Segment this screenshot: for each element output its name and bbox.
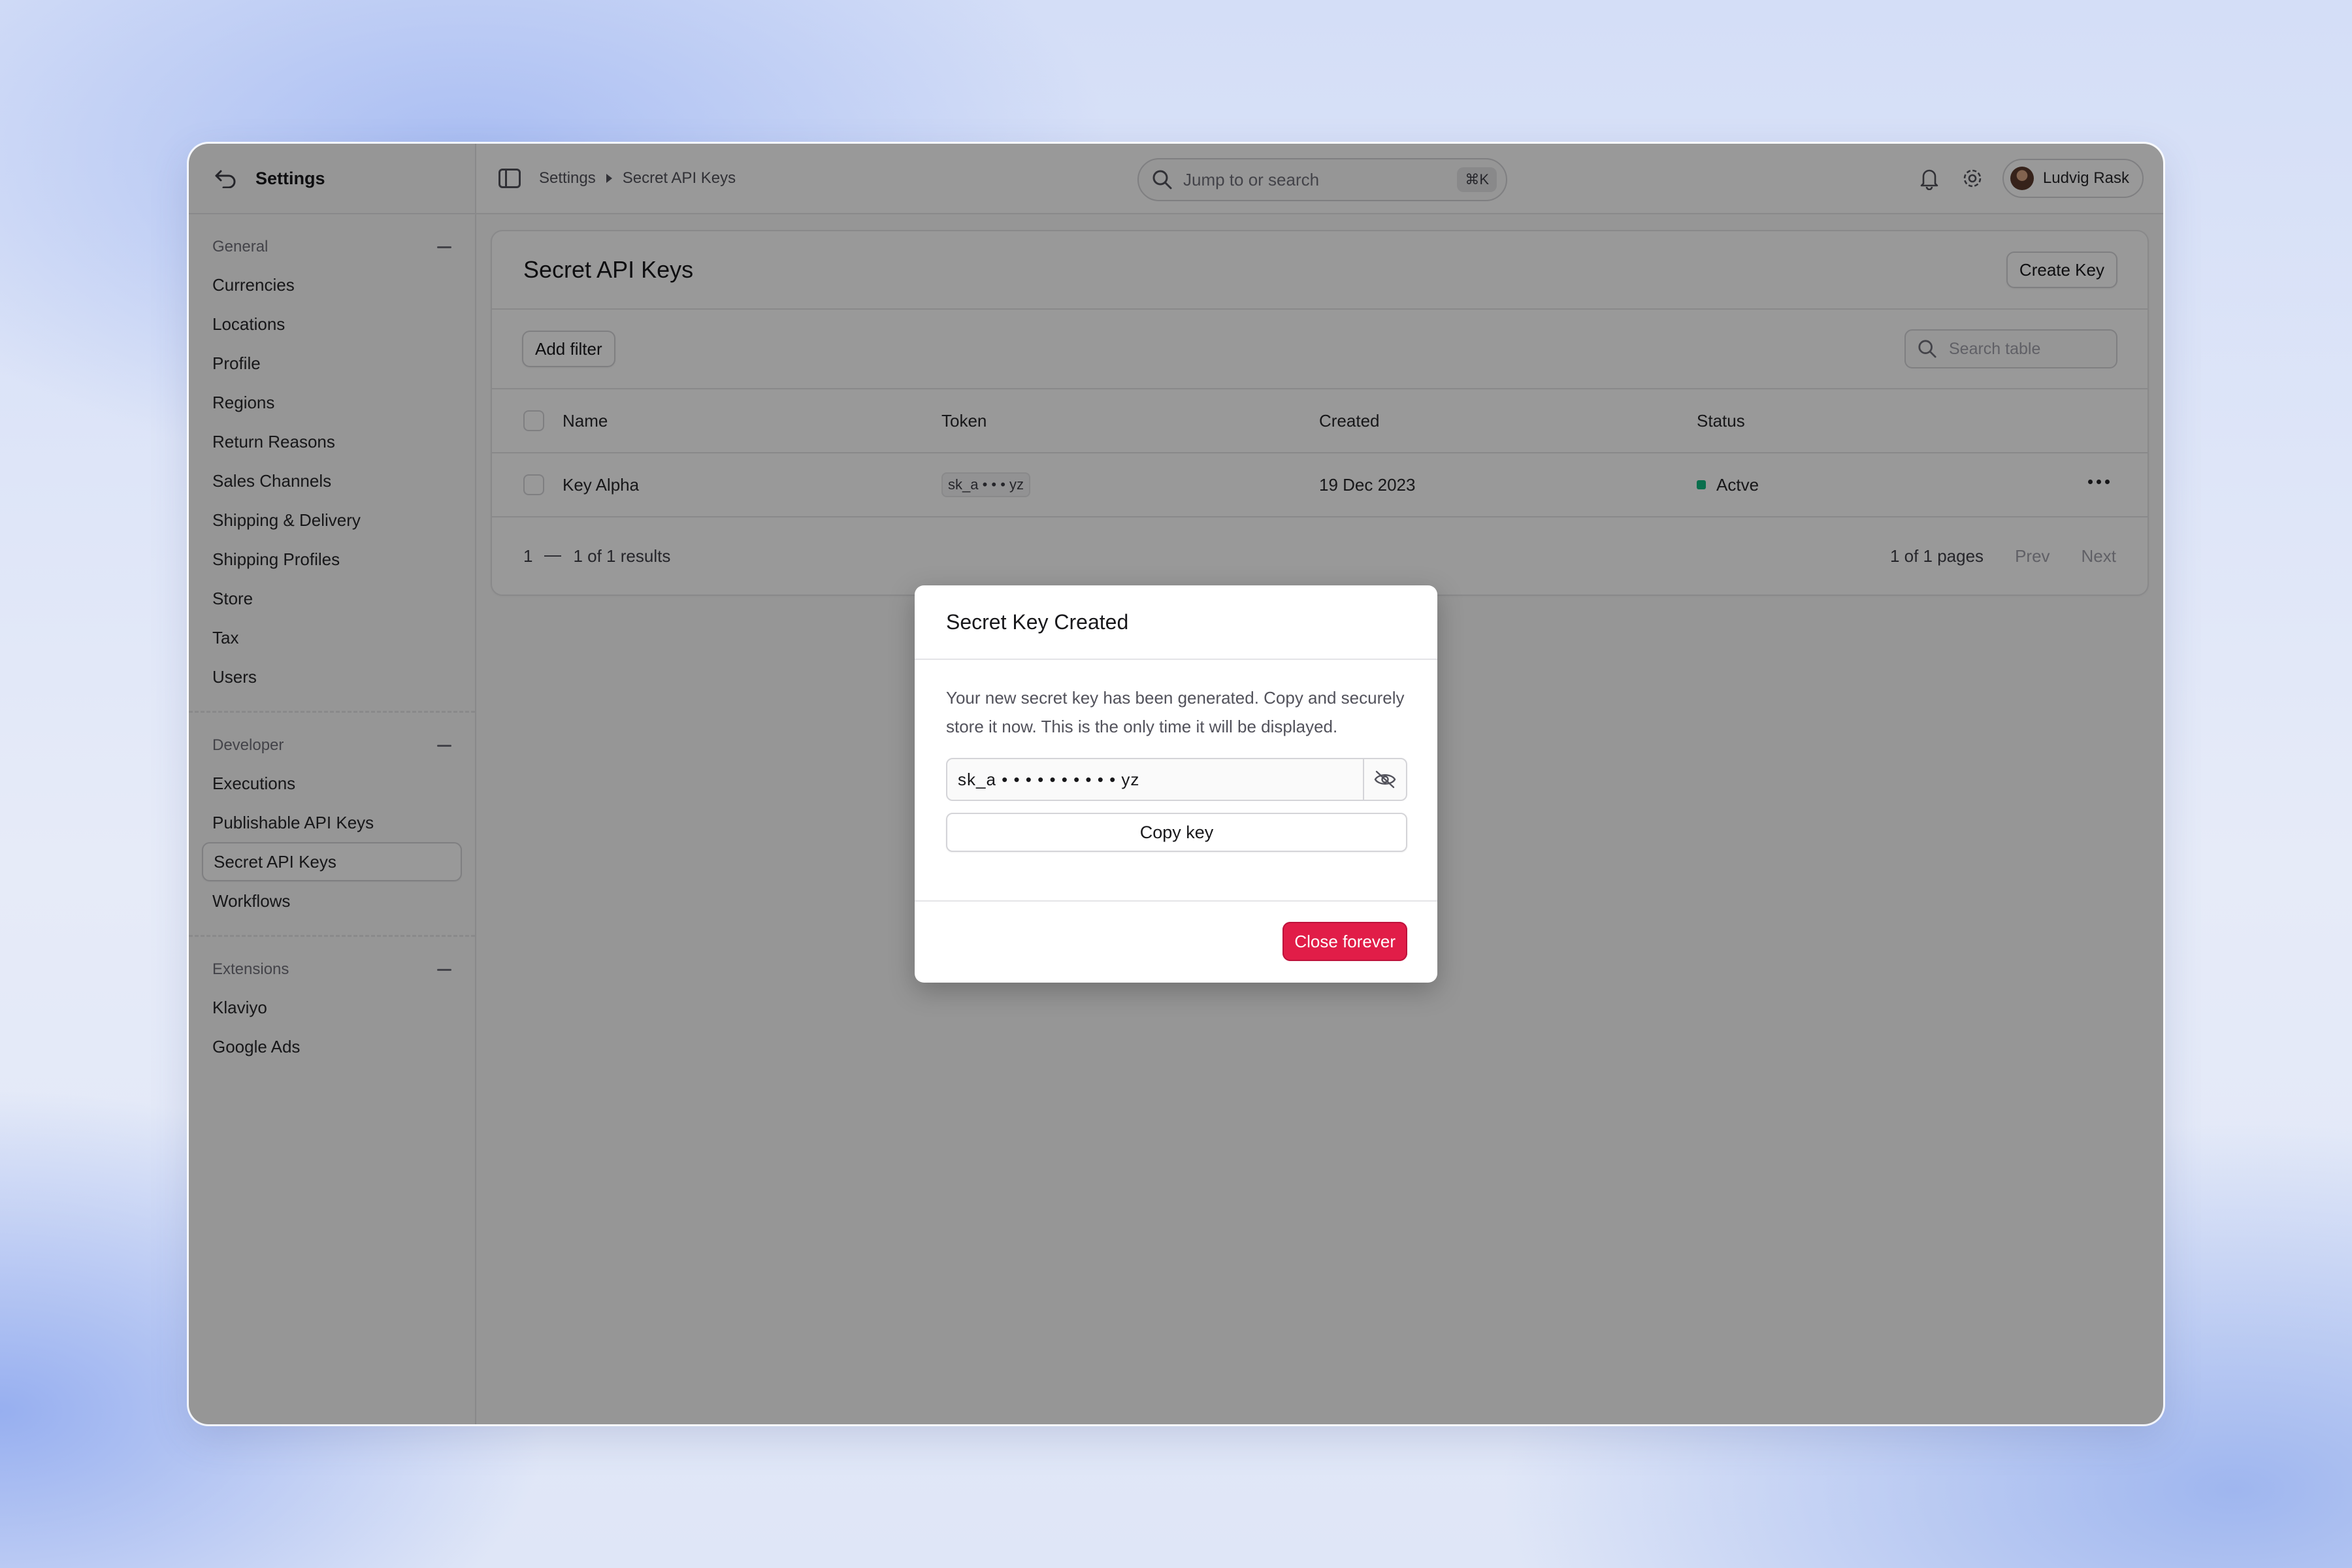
copy-key-button[interactable]: Copy key — [946, 813, 1407, 852]
eye-off-icon[interactable] — [1363, 759, 1406, 800]
modal-title: Secret Key Created — [946, 610, 1129, 634]
modal-header: Secret Key Created — [915, 585, 1437, 660]
secret-key-modal: Secret Key Created Your new secret key h… — [915, 585, 1437, 983]
secret-key-field[interactable]: sk_a • • • • • • • • • • yz — [946, 758, 1407, 801]
modal-footer: Close forever — [915, 902, 1437, 981]
secret-key-value: sk_a • • • • • • • • • • yz — [958, 769, 1140, 789]
modal-body: Your new secret key has been generated. … — [915, 660, 1437, 902]
modal-message: Your new secret key has been generated. … — [946, 688, 1405, 736]
close-forever-button[interactable]: Close forever — [1282, 922, 1407, 961]
